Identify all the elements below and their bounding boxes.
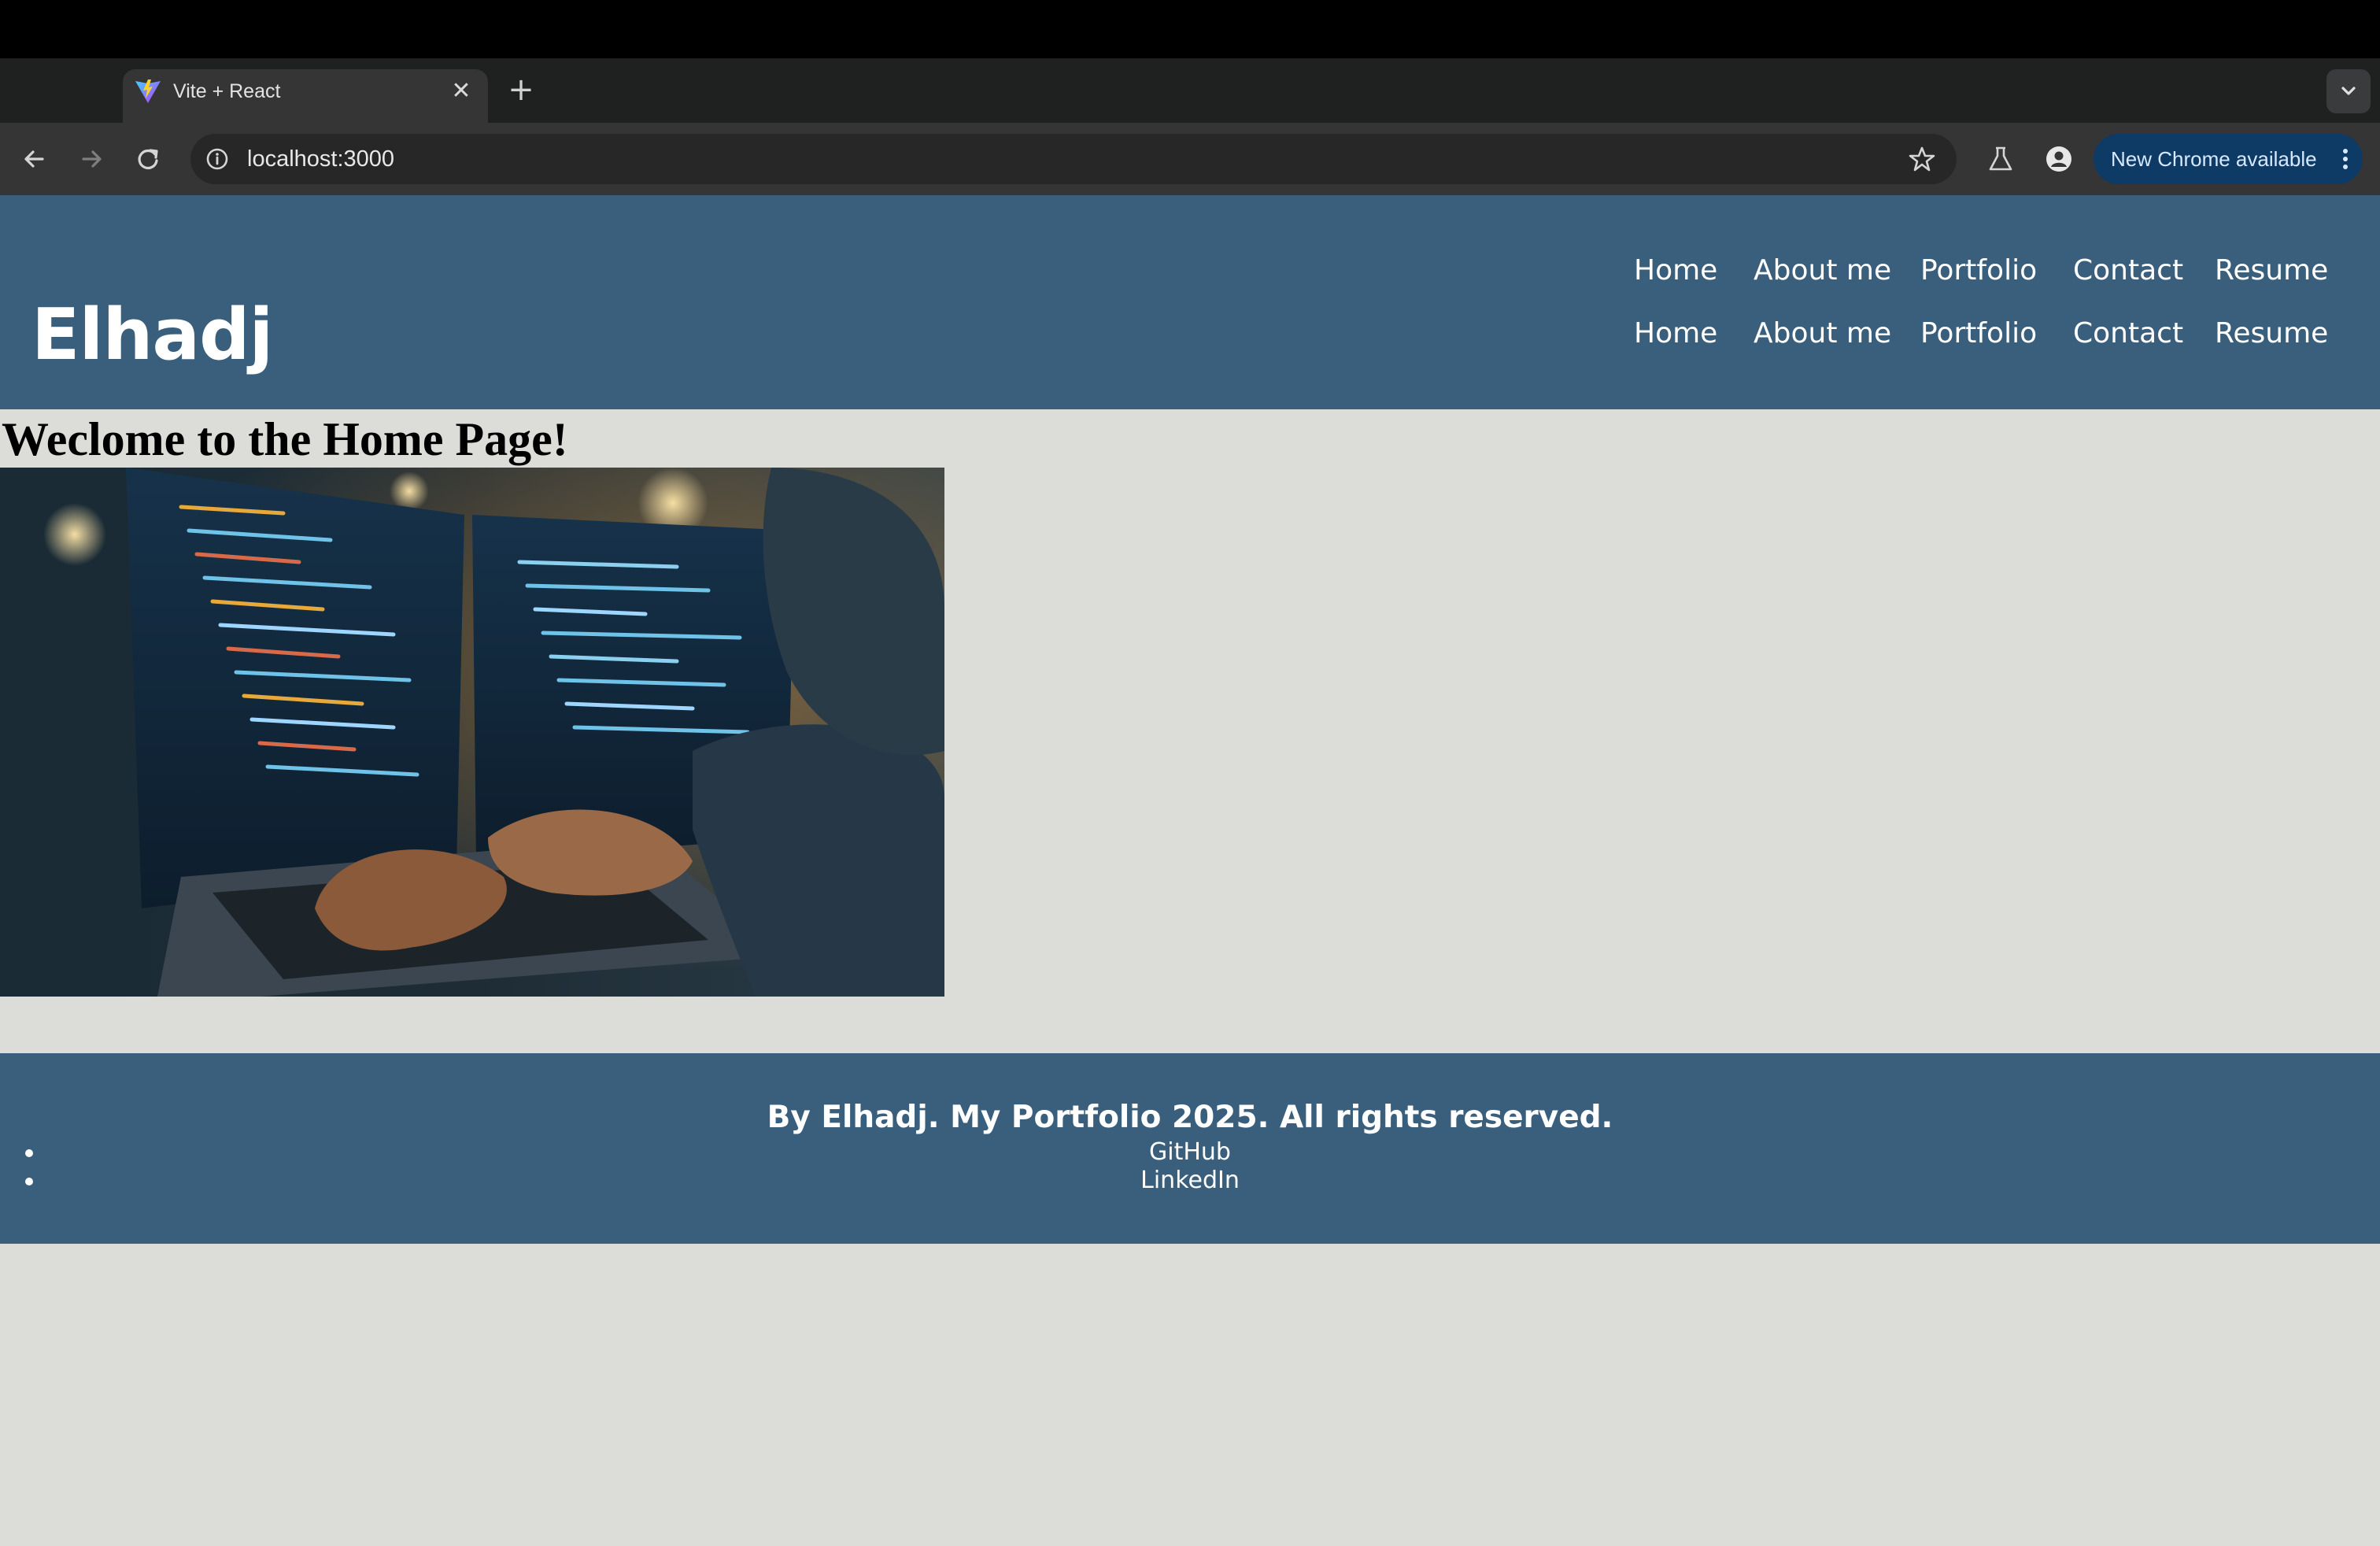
nav-link-portfolio[interactable]: Portfolio [1920, 246, 2037, 296]
secondary-nav: Home About me Portfolio Contact Resume [0, 309, 2380, 359]
nav-link-home[interactable]: Home [1634, 309, 1717, 359]
site-info-icon[interactable] [201, 143, 233, 175]
new-tab-icon[interactable]: + [504, 72, 538, 107]
profile-avatar-icon[interactable] [2040, 140, 2078, 178]
nav-link-portfolio[interactable]: Portfolio [1920, 309, 2037, 359]
tab-close-icon[interactable]: ✕ [447, 77, 475, 105]
nav-link-resume[interactable]: Resume [2215, 309, 2328, 359]
chevron-down-icon [2341, 87, 2356, 95]
primary-nav: Home About me Portfolio Contact Resume [0, 246, 2380, 296]
url-text[interactable]: localhost:3000 [247, 135, 394, 183]
nav-link-contact[interactable]: Contact [2073, 246, 2183, 296]
nav-link-resume[interactable]: Resume [2215, 246, 2328, 296]
page-headline: Weclome to the Home Page! [2, 413, 568, 465]
laptop-code-photo [0, 468, 944, 997]
back-arrow-icon[interactable] [16, 140, 54, 178]
nav-link-home[interactable]: Home [1634, 246, 1717, 296]
update-chrome-label: New Chrome available [2111, 147, 2317, 171]
footer-link-linkedin[interactable]: LinkedIn [0, 1165, 2380, 1196]
tab-title: Vite + React [173, 80, 281, 102]
vite-logo-icon [135, 80, 161, 103]
nav-link-about[interactable]: About me [1754, 246, 1891, 296]
nav-link-about[interactable]: About me [1754, 309, 1891, 359]
footer-link-github[interactable]: GitHub [0, 1137, 2380, 1168]
reload-icon[interactable] [129, 140, 167, 178]
footer-copyright: By Elhadj. My Portfolio 2025. All rights… [767, 1100, 1613, 1135]
window-top-bar [0, 0, 2380, 58]
kebab-menu-icon[interactable] [2338, 143, 2353, 175]
site-header [0, 195, 2380, 409]
address-bar[interactable] [190, 134, 1957, 184]
nav-link-contact[interactable]: Contact [2073, 309, 2183, 359]
tab-search-button[interactable] [2326, 69, 2371, 113]
labs-flask-icon[interactable] [1983, 142, 2018, 176]
forward-arrow-icon[interactable] [72, 140, 110, 178]
bookmark-star-icon[interactable] [1905, 142, 1939, 176]
